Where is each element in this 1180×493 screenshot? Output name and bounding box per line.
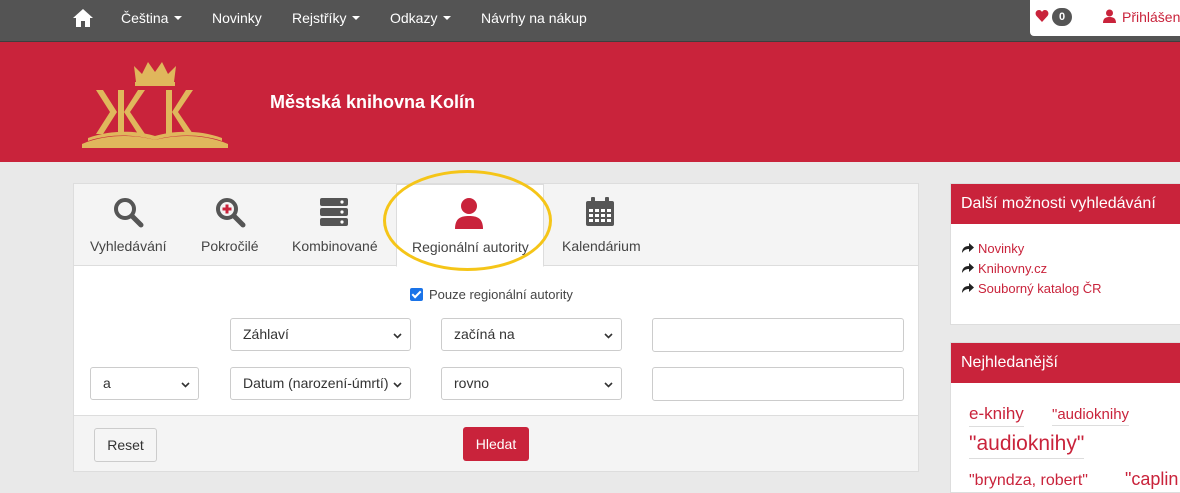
user-box: 0 Přihlášení	[1030, 0, 1180, 36]
tag-item[interactable]: "audioknihy"	[969, 432, 1085, 459]
field-select-1-value: Záhlaví	[243, 326, 289, 342]
nav-language[interactable]: Čeština	[121, 0, 183, 36]
tab-regionalni-autority[interactable]: Regionální autority	[396, 184, 544, 267]
tag-item[interactable]: "audioknihy	[1052, 406, 1130, 426]
most-searched-panel: Nejhledanější e-knihy "audioknihy "audio…	[950, 342, 1180, 493]
calendar-icon	[586, 197, 614, 226]
user-icon	[1103, 9, 1116, 23]
link-knihovny-label: Knihovny.cz	[978, 261, 1048, 276]
connector-select-2[interactable]: a	[90, 367, 199, 400]
field-select-1[interactable]: Záhlaví	[230, 318, 411, 351]
regional-only-checkbox-row[interactable]: Pouze regionální autority	[410, 287, 573, 302]
nav-rejstriky[interactable]: Rejstříky	[292, 0, 361, 36]
chevron-down-icon	[604, 333, 613, 339]
search-actions: Reset Hledat	[74, 415, 918, 471]
operator-select-2[interactable]: rovno	[441, 367, 622, 400]
tag-item[interactable]: e-knihy	[969, 404, 1024, 427]
nav-odkazy[interactable]: Odkazy	[390, 0, 452, 36]
tab-regionalni-autority-label: Regionální autority	[412, 239, 529, 255]
tab-kalendarium-label: Kalendárium	[562, 238, 641, 254]
top-navbar: Čeština Novinky Rejstříky Odkazy Návrhy …	[0, 0, 1180, 42]
chevron-down-icon	[443, 16, 452, 21]
share-arrow-icon	[962, 243, 974, 253]
chevron-down-icon	[393, 333, 402, 339]
nav-odkazy-label: Odkazy	[390, 10, 438, 26]
tab-kombinovane[interactable]: Kombinované	[278, 184, 396, 266]
search-tabs: Vyhledávání Pokročilé Kombinované Region…	[74, 184, 918, 267]
home-icon[interactable]	[72, 8, 94, 28]
chevron-down-icon	[604, 382, 613, 388]
server-icon	[320, 198, 348, 226]
link-knihovny[interactable]: Knihovny.cz	[961, 261, 1047, 276]
link-novinky-label: Novinky	[978, 241, 1025, 256]
favorites-count-badge[interactable]: 0	[1052, 8, 1072, 26]
page-title[interactable]: Městská knihovna Kolín	[270, 92, 475, 113]
chevron-down-icon	[393, 382, 402, 388]
chevron-down-icon	[174, 16, 183, 21]
search-button[interactable]: Hledat	[463, 427, 529, 461]
search-input-1[interactable]	[652, 318, 904, 352]
search-panel: Vyhledávání Pokročilé Kombinované Region…	[73, 183, 919, 472]
nav-language-label: Čeština	[121, 10, 169, 26]
chevron-down-icon	[181, 382, 190, 388]
search-icon	[114, 198, 144, 228]
operator-select-1[interactable]: začíná na	[441, 318, 622, 351]
link-novinky[interactable]: Novinky	[961, 241, 1024, 256]
regional-only-checkbox[interactable]	[410, 288, 423, 301]
regional-only-label: Pouze regionální autority	[429, 287, 573, 302]
nav-novinky-label: Novinky	[212, 10, 262, 26]
nav-navrhy[interactable]: Návrhy na nákup	[481, 0, 587, 36]
tab-pokrocile-label: Pokročilé	[201, 238, 259, 254]
zoom-in-icon	[216, 198, 246, 228]
tag-item[interactable]: "caplin	[1125, 469, 1179, 493]
header-banner: Městská knihovna Kolín	[0, 42, 1180, 162]
more-options-panel: Další možnosti vyhledávání Novinky Kniho…	[950, 183, 1180, 325]
connector-select-2-value: a	[103, 375, 111, 391]
field-select-2[interactable]: Datum (narození-úmrtí)	[230, 367, 411, 400]
nav-navrhy-label: Návrhy na nákup	[481, 10, 587, 26]
tab-vyhledavani-label: Vyhledávání	[90, 238, 167, 254]
tag-item[interactable]: "bryndza, robert"	[969, 472, 1088, 493]
field-select-2-value: Datum (narození-úmrtí)	[243, 375, 389, 391]
tab-kombinovane-label: Kombinované	[292, 238, 378, 254]
search-input-2[interactable]	[652, 367, 904, 401]
chevron-down-icon	[352, 16, 361, 21]
tab-kalendarium[interactable]: Kalendárium	[544, 184, 658, 266]
login-link[interactable]: Přihlášení	[1122, 0, 1180, 35]
nav-novinky[interactable]: Novinky	[212, 0, 262, 36]
library-logo[interactable]	[80, 56, 230, 148]
operator-select-2-value: rovno	[454, 375, 490, 391]
link-soubor-katalog[interactable]: Souborný katalog ČR	[961, 281, 1102, 296]
link-soubor-katalog-label: Souborný katalog ČR	[978, 281, 1102, 296]
share-arrow-icon	[962, 283, 974, 293]
most-searched-title: Nejhledanější	[951, 343, 1180, 383]
tab-vyhledavani[interactable]: Vyhledávání	[74, 184, 182, 266]
share-arrow-icon	[962, 263, 974, 273]
nav-rejstriky-label: Rejstříky	[292, 10, 347, 26]
tab-pokrocile[interactable]: Pokročilé	[182, 184, 278, 266]
more-options-title: Další možnosti vyhledávání	[951, 184, 1180, 224]
operator-select-1-value: začíná na	[454, 326, 515, 342]
reset-button[interactable]: Reset	[94, 428, 157, 462]
heart-icon[interactable]	[1035, 9, 1049, 23]
user-icon	[455, 198, 483, 229]
